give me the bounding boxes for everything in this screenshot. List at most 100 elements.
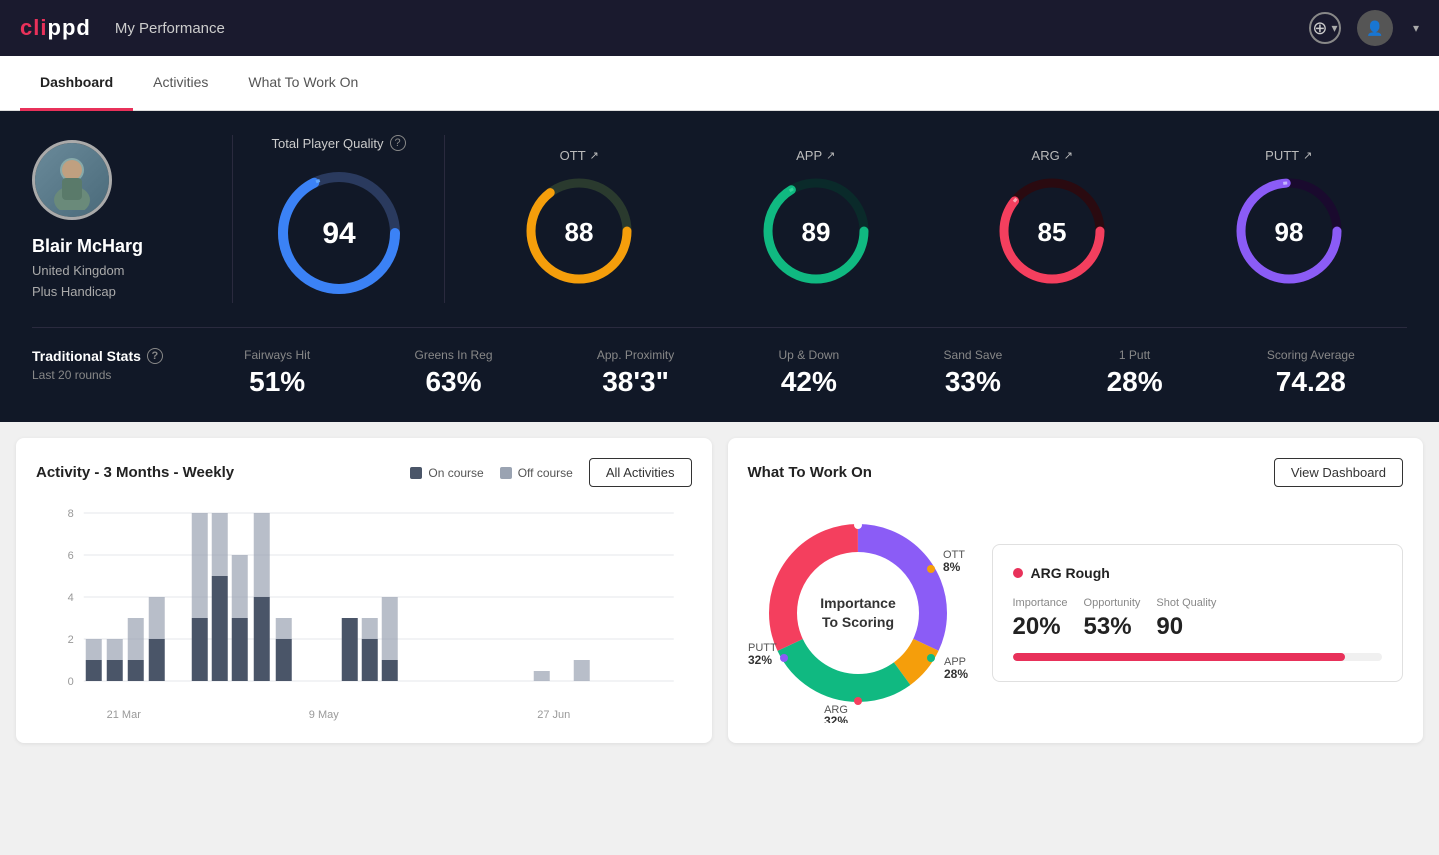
nav-left: clippd My Performance: [20, 15, 225, 41]
trad-stats-help-icon[interactable]: ?: [147, 348, 163, 364]
bottom-section: Activity - 3 Months - Weekly On course O…: [0, 422, 1439, 759]
activity-header: Activity - 3 Months - Weekly On course O…: [36, 458, 692, 487]
svg-text:27 Jun: 27 Jun: [537, 709, 570, 721]
player-handicap: Plus Handicap: [32, 284, 116, 299]
svg-text:To Scoring: To Scoring: [821, 614, 893, 630]
putt-gauge-svg: 98: [1229, 171, 1349, 291]
legend-offcourse-dot: [500, 467, 512, 479]
arg-arrow-icon: ↗: [1064, 149, 1073, 162]
quality-fill: [1013, 653, 1346, 661]
stat-app-proximity: App. Proximity 38'3": [597, 348, 674, 398]
help-icon[interactable]: ?: [390, 135, 406, 151]
svg-text:32%: 32%: [823, 714, 847, 723]
arg-metric-shot-quality: Shot Quality 90: [1156, 597, 1216, 641]
plus-icon: ⊕: [1312, 18, 1327, 39]
svg-text:4: 4: [68, 592, 74, 604]
tab-what-to-work-on[interactable]: What To Work On: [228, 56, 378, 111]
donut-chart-wrap: Importance To Scoring OTT 8% APP 28% ARG…: [748, 503, 968, 723]
stat-sand-save: Sand Save 33%: [944, 348, 1003, 398]
add-chevron-icon: ▾: [1332, 21, 1338, 35]
avatar-image: [35, 143, 109, 217]
arg-dot: [1013, 568, 1023, 578]
quality-bar: [1013, 653, 1383, 661]
svg-text:89: 89: [801, 216, 830, 246]
trad-stats-sub: Last 20 rounds: [32, 368, 192, 382]
svg-text:94: 94: [322, 217, 356, 250]
player-info: Blair McHarg United Kingdom Plus Handica…: [32, 140, 232, 299]
svg-text:85: 85: [1038, 216, 1067, 246]
gauge-app: APP ↗ 89: [756, 148, 876, 291]
total-quality-label: Total Player Quality ?: [272, 135, 406, 151]
player-row: Blair McHarg United Kingdom Plus Handica…: [32, 135, 1407, 303]
view-dashboard-button[interactable]: View Dashboard: [1274, 458, 1403, 487]
svg-text:8%: 8%: [943, 560, 961, 574]
activity-chart-svg: 8 6 4 2 0: [36, 503, 692, 723]
player-avatar: [32, 140, 112, 220]
avatar-icon: 👤: [1366, 20, 1383, 37]
svg-text:98: 98: [1274, 216, 1303, 246]
svg-text:8: 8: [68, 508, 74, 520]
stat-1-putt: 1 Putt 28%: [1107, 348, 1163, 398]
chart-area: 8 6 4 2 0: [36, 503, 692, 723]
player-country: United Kingdom: [32, 263, 125, 278]
svg-text:28%: 28%: [944, 667, 968, 681]
stat-up-and-down: Up & Down 42%: [779, 348, 840, 398]
svg-text:0: 0: [68, 676, 74, 688]
tab-dashboard[interactable]: Dashboard: [20, 56, 133, 111]
arg-label: ARG ↗: [1032, 148, 1073, 163]
ott-label: OTT ↗: [560, 148, 599, 163]
app-arrow-icon: ↗: [826, 149, 835, 162]
putt-arrow-icon: ↗: [1303, 149, 1312, 162]
ott-arrow-icon: ↗: [590, 149, 599, 162]
hero-section: Blair McHarg United Kingdom Plus Handica…: [0, 111, 1439, 422]
app-label: APP ↗: [796, 148, 835, 163]
stat-fairways-hit: Fairways Hit 51%: [244, 348, 310, 398]
arg-metric-importance: Importance 20%: [1013, 597, 1068, 641]
avatar[interactable]: 👤: [1357, 10, 1393, 46]
work-card: What To Work On View Dashboard: [728, 438, 1424, 743]
total-quality-wrap: Total Player Quality ? 94: [265, 135, 445, 303]
svg-text:2: 2: [68, 634, 74, 646]
traditional-stats-row: Traditional Stats ? Last 20 rounds Fairw…: [32, 327, 1407, 398]
nav-right: ⊕ ▾ 👤 ▾: [1309, 10, 1419, 46]
quality-bar-row: [1013, 653, 1383, 661]
arg-metric-opportunity: Opportunity 53%: [1084, 597, 1141, 641]
gauge-ott: OTT ↗ 88: [519, 148, 639, 291]
legend-offcourse: Off course: [500, 466, 573, 480]
gauge-putt: PUTT ↗ 98: [1229, 148, 1349, 291]
all-activities-button[interactable]: All Activities: [589, 458, 692, 487]
legend-oncourse: On course: [410, 466, 483, 480]
app-gauge-svg: 89: [756, 171, 876, 291]
player-name: Blair McHarg: [32, 236, 143, 257]
arg-detail-header: ARG Rough: [1013, 565, 1383, 581]
tab-bar: Dashboard Activities What To Work On: [0, 56, 1439, 111]
svg-text:9 May: 9 May: [309, 709, 339, 721]
tab-activities[interactable]: Activities: [133, 56, 228, 111]
svg-text:32%: 32%: [748, 653, 772, 667]
activity-title: Activity - 3 Months - Weekly: [36, 464, 234, 481]
top-nav: clippd My Performance ⊕ ▾ 👤 ▾: [0, 0, 1439, 56]
svg-text:88: 88: [565, 216, 594, 246]
arg-detail-card: ARG Rough Importance 20% Opportunity 53%…: [992, 544, 1404, 682]
svg-text:21 Mar: 21 Mar: [107, 709, 142, 721]
work-content: Importance To Scoring OTT 8% APP 28% ARG…: [748, 503, 1404, 723]
work-header: What To Work On View Dashboard: [748, 458, 1404, 487]
trad-stats-label: Traditional Stats ?: [32, 348, 192, 364]
ott-gauge-svg: 88: [519, 171, 639, 291]
trad-stats-items: Fairways Hit 51% Greens In Reg 63% App. …: [192, 348, 1407, 398]
stat-greens-in-reg: Greens In Reg 63%: [414, 348, 492, 398]
svg-text:Importance: Importance: [820, 595, 896, 611]
donut-chart-svg: Importance To Scoring OTT 8% APP 28% ARG…: [748, 503, 968, 723]
legend-wrap: On course Off course: [410, 466, 573, 480]
arg-title: ARG Rough: [1031, 565, 1110, 581]
work-title: What To Work On: [748, 464, 872, 481]
page-title: My Performance: [115, 20, 225, 37]
trad-stats-label-wrap: Traditional Stats ? Last 20 rounds: [32, 348, 192, 382]
app-logo: clippd: [20, 15, 91, 41]
add-button[interactable]: ⊕ ▾: [1309, 12, 1341, 44]
stat-scoring-average: Scoring Average 74.28: [1267, 348, 1355, 398]
total-quality-gauge: 94: [269, 163, 409, 303]
svg-text:6: 6: [68, 550, 74, 562]
activity-card: Activity - 3 Months - Weekly On course O…: [16, 438, 712, 743]
gauge-section: Total Player Quality ? 94 OTT ↗: [232, 135, 1407, 303]
